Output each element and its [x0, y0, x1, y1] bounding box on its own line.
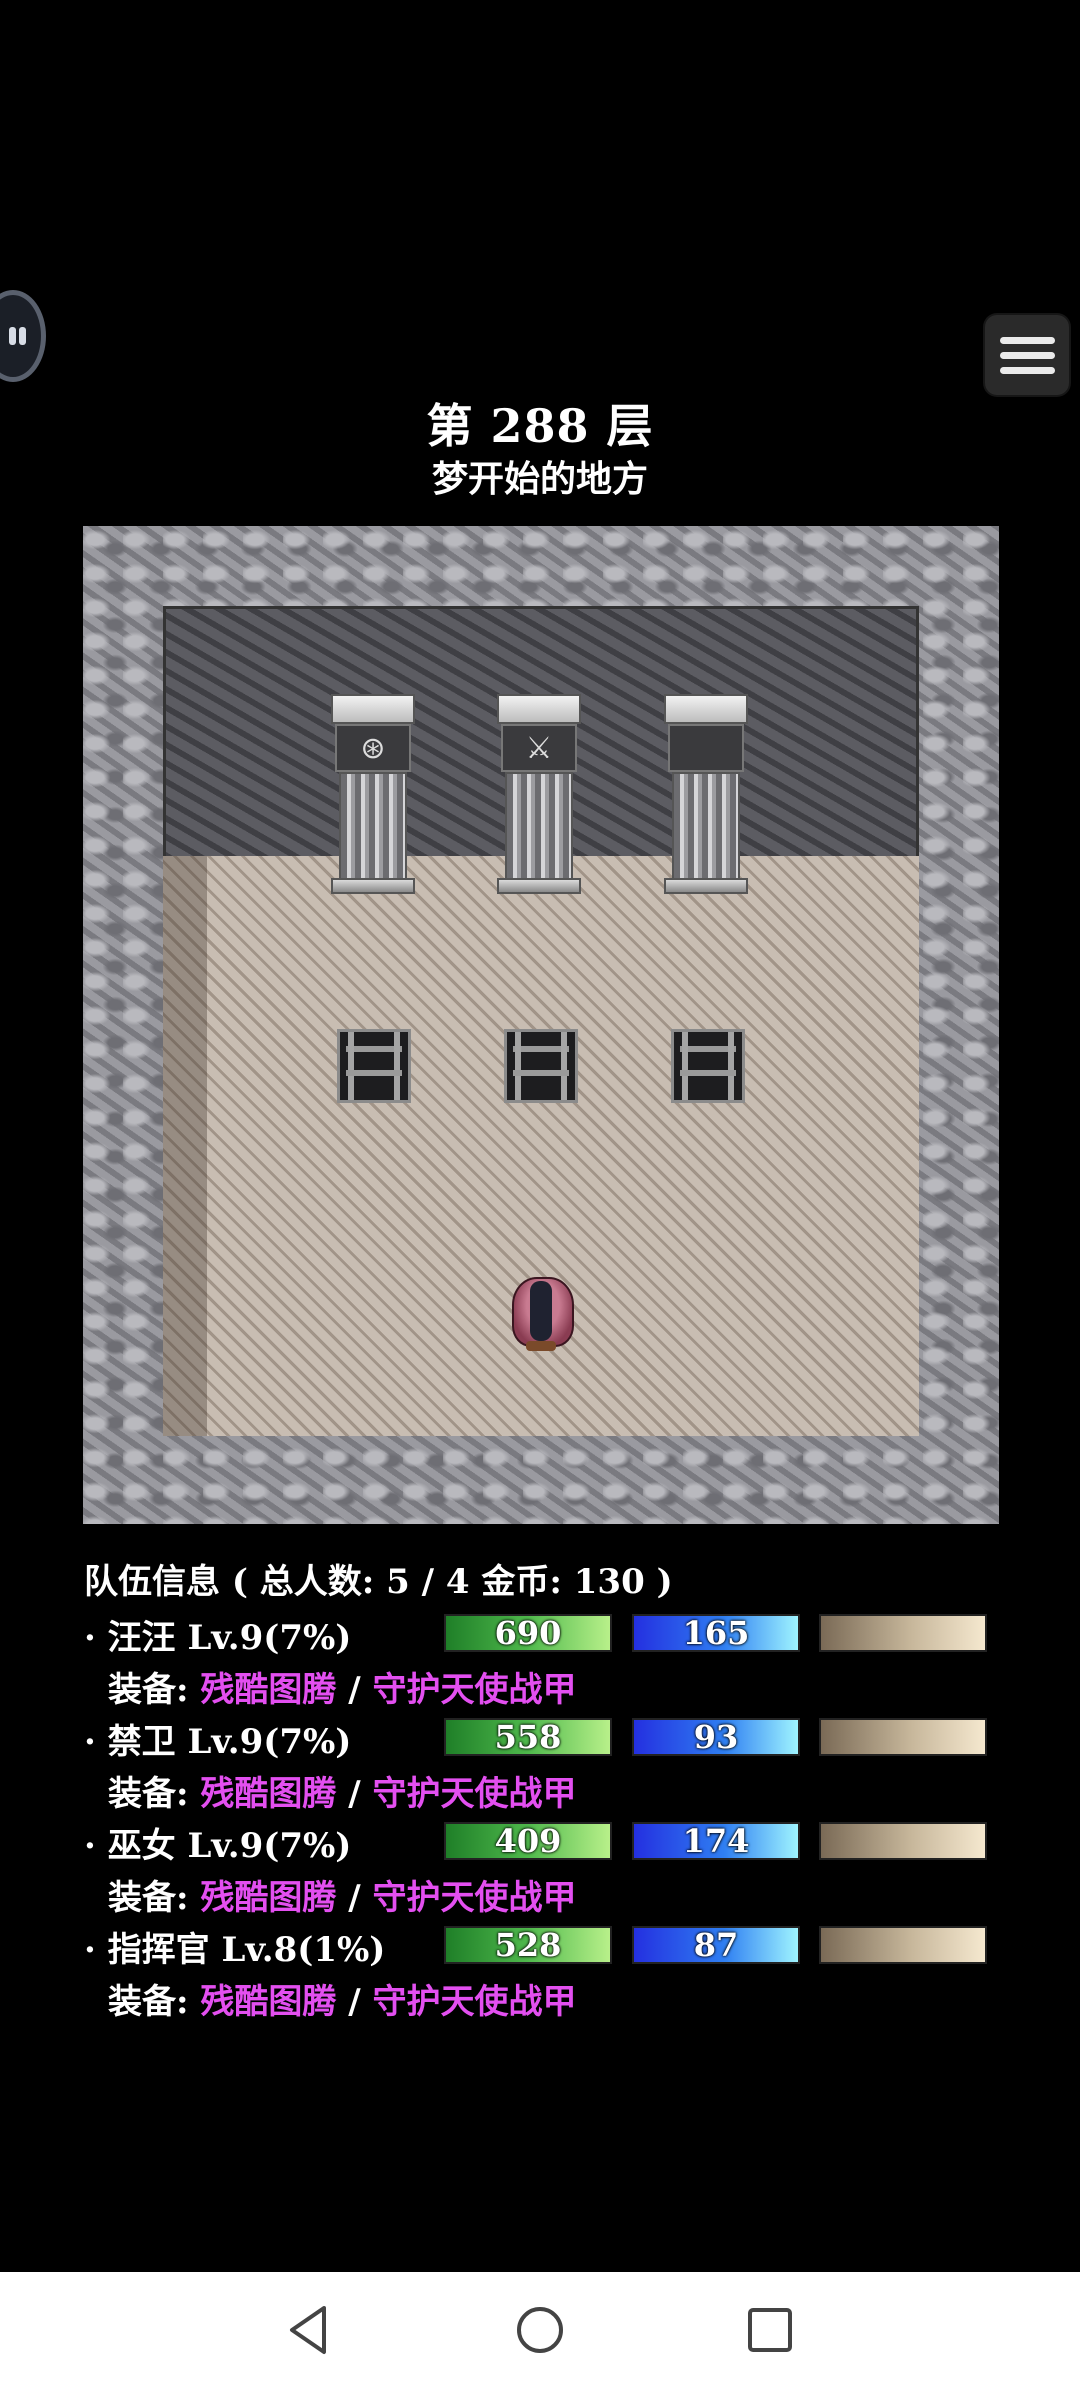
game-map[interactable]: ⊛ ⚔	[83, 526, 999, 1524]
floating-assistant-button[interactable]	[0, 290, 46, 382]
player-character[interactable]	[508, 1271, 574, 1353]
mp-bar: 93	[632, 1718, 800, 1756]
floor-title: 第 288 层	[426, 399, 654, 453]
equip-label: 装备:	[108, 1670, 201, 1710]
home-circle-icon[interactable]	[510, 2300, 570, 2360]
floor-subtitle: 梦开始的地方	[431, 458, 648, 500]
member-equipment: 装备: 残酷图腾 / 守护天使战甲	[108, 1974, 576, 2023]
shop-pillar-1[interactable]: ⊛	[331, 694, 415, 894]
equip-weapon: 残酷图腾	[200, 1774, 337, 1814]
stair-rail	[394, 1032, 400, 1100]
equip-label: 装备:	[108, 1878, 201, 1918]
rune-circle-icon: ⊛	[335, 724, 411, 772]
mp-bar: 174	[632, 1822, 800, 1860]
floating-bubble-icon	[9, 327, 29, 349]
member-equipment: 装备: 残酷图腾 / 守护天使战甲	[108, 1662, 576, 1711]
member-equipment: 装备: 残酷图腾 / 守护天使战甲	[108, 1766, 576, 1815]
pillar-shaft	[505, 772, 573, 880]
equip-weapon: 残酷图腾	[200, 1982, 337, 2022]
hamburger-line	[1000, 367, 1055, 374]
menu-button[interactable]	[985, 315, 1069, 395]
equip-armor: 守护天使战甲	[372, 1878, 577, 1918]
equip-label: 装备:	[108, 1982, 201, 2022]
stair-rail	[561, 1032, 567, 1100]
blank-icon	[668, 724, 744, 772]
equip-weapon: 残酷图腾	[200, 1878, 337, 1918]
pillar-shaft	[672, 772, 740, 880]
pillar-cap	[331, 694, 415, 724]
equip-label: 装备:	[108, 1774, 201, 1814]
stairs-1[interactable]	[337, 1029, 411, 1103]
stairs-3[interactable]	[671, 1029, 745, 1103]
pillar-base	[664, 878, 748, 894]
member-name: · 禁卫 Lv.9(7%)	[84, 1722, 352, 1762]
member-name: · 巫女 Lv.9(7%)	[84, 1826, 352, 1866]
shop-pillar-3[interactable]	[664, 694, 748, 894]
equip-armor: 守护天使战甲	[372, 1774, 577, 1814]
hp-bar: 558	[444, 1718, 612, 1756]
hamburger-line	[1000, 352, 1055, 359]
stair-rail	[728, 1032, 734, 1100]
stair-rail	[682, 1032, 688, 1100]
floor-shadow	[163, 856, 207, 1436]
pillar-shaft	[339, 772, 407, 880]
stair-rail	[348, 1032, 354, 1100]
equip-weapon: 残酷图腾	[200, 1670, 337, 1710]
xp-bar	[819, 1926, 987, 1964]
equip-armor: 守护天使战甲	[372, 1670, 577, 1710]
player-feet	[526, 1341, 556, 1351]
shop-pillar-2[interactable]: ⚔	[497, 694, 581, 894]
equip-separator: /	[336, 1670, 373, 1710]
back-triangle-icon[interactable]	[280, 2300, 340, 2360]
hamburger-menu-icon	[1000, 337, 1055, 344]
equip-separator: /	[336, 1982, 373, 2022]
pillar-cap	[664, 694, 748, 724]
sword-icon: ⚔	[501, 724, 577, 772]
stair-rail	[515, 1032, 521, 1100]
mp-bar: 165	[632, 1614, 800, 1652]
system-navigation-bar	[0, 2272, 1080, 2387]
party-info-header: 队伍信息 ( 总人数: 5 / 4 金币: 130 )	[84, 1562, 673, 1602]
recents-square-icon[interactable]	[740, 2300, 800, 2360]
pillar-base	[497, 878, 581, 894]
hp-bar: 409	[444, 1822, 612, 1860]
equip-separator: /	[336, 1774, 373, 1814]
hp-bar: 528	[444, 1926, 612, 1964]
xp-bar	[819, 1718, 987, 1756]
xp-bar	[819, 1614, 987, 1652]
player-body	[530, 1281, 552, 1341]
member-name: · 指挥官 Lv.8(1%)	[84, 1930, 386, 1970]
equip-armor: 守护天使战甲	[372, 1982, 577, 2022]
xp-bar	[819, 1822, 987, 1860]
stairs-2[interactable]	[504, 1029, 578, 1103]
hp-bar: 690	[444, 1614, 612, 1652]
member-equipment: 装备: 残酷图腾 / 守护天使战甲	[108, 1870, 576, 1919]
pillar-cap	[497, 694, 581, 724]
pillar-base	[331, 878, 415, 894]
equip-separator: /	[336, 1878, 373, 1918]
member-name: · 汪汪 Lv.9(7%)	[84, 1618, 352, 1658]
mp-bar: 87	[632, 1926, 800, 1964]
